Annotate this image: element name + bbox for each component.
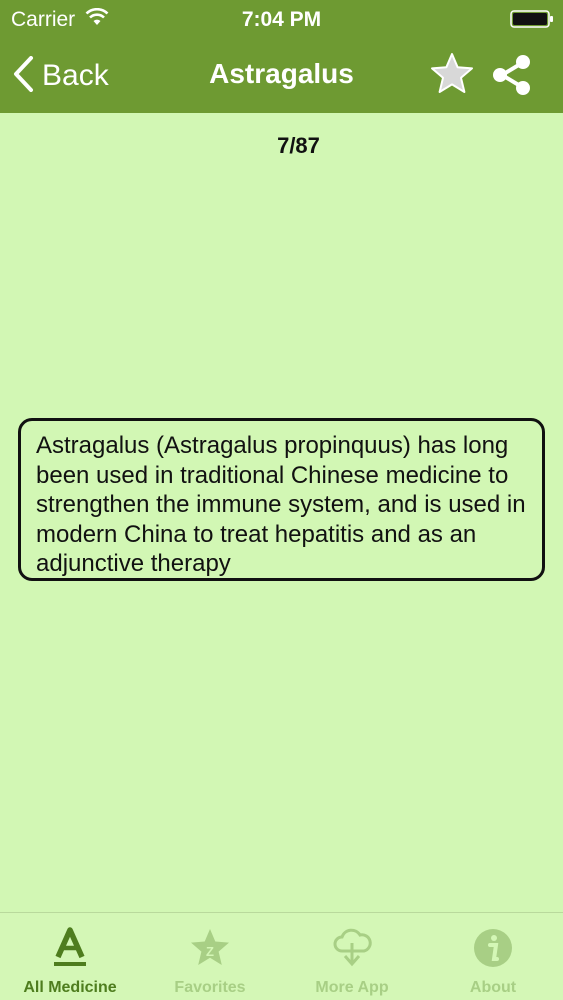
tab-label: Favorites [174, 979, 246, 996]
description-card: Astragalus (Astragalus propinquus) has l… [18, 418, 545, 581]
item-counter: 7/87 [277, 133, 320, 158]
page-title: Astragalus [209, 58, 354, 89]
share-button[interactable] [490, 53, 534, 102]
tab-label: About [469, 979, 517, 996]
share-icon [490, 55, 534, 101]
favorite-button[interactable] [428, 50, 476, 103]
tab-favorites[interactable]: Z Favorites [140, 913, 280, 1000]
letter-a-icon [52, 927, 88, 972]
info-icon [472, 927, 514, 974]
star-icon [428, 53, 476, 102]
battery-icon [510, 10, 554, 33]
status-bar: Carrier 7:04 PM [0, 0, 563, 38]
tab-all-medicine[interactable]: All Medicine [0, 913, 140, 1000]
svg-text:Z: Z [206, 944, 214, 959]
tab-about[interactable]: About [423, 913, 563, 1000]
status-time: 7:04 PM [241, 8, 322, 31]
description-text: Astragalus (Astragalus propinquus) has l… [36, 432, 526, 577]
cloud-download-icon [330, 927, 374, 974]
favorites-star-icon: Z [188, 927, 232, 974]
tab-bar: All Medicine Z Favorites More App About [0, 912, 563, 1000]
app-header: Carrier 7:04 PM Back Astragalus [0, 0, 563, 113]
tab-label: All Medicine [23, 979, 117, 996]
tab-label: More App [315, 979, 389, 996]
navigation-bar: Back Astragalus [0, 38, 563, 113]
tab-more-app[interactable]: More App [282, 913, 422, 1000]
